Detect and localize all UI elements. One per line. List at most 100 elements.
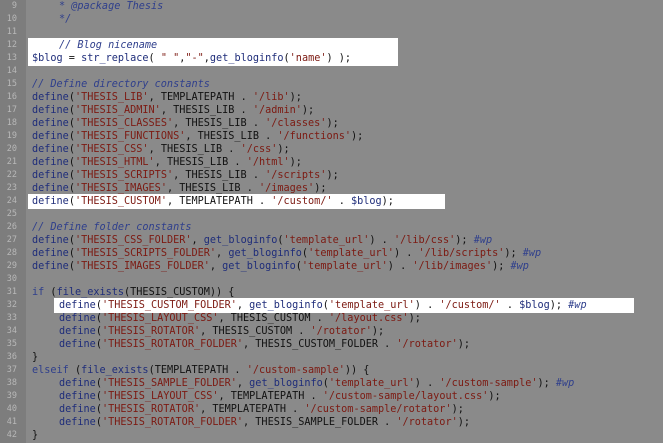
code-line[interactable]: 21 define('THESIS_HTML', THESIS_LIB . '/h…: [0, 156, 663, 169]
code-line[interactable]: 16 define('THESIS_LIB', TEMPLATEPATH . '/…: [0, 91, 663, 104]
code-token: ,: [191, 235, 204, 246]
code-line[interactable]: 24 define('THESIS_CUSTOM', TEMPLATEPATH .…: [0, 195, 663, 208]
code-line[interactable]: 18 define('THESIS_CLASSES', THESIS_LIB . …: [0, 117, 663, 130]
code-token: 'THESIS_CUSTOM_FOLDER': [101, 300, 237, 311]
code-line[interactable]: 20 define('THESIS_CSS', THESIS_LIB . '/cs…: [0, 143, 663, 156]
code-line[interactable]: 15 // Define directory constants: [0, 78, 663, 91]
code-token: '/images': [258, 183, 315, 194]
line-code: define('THESIS_CUSTOM', TEMPLATEPATH . '…: [32, 195, 394, 208]
code-token: (: [44, 287, 57, 298]
code-token: $blog: [519, 300, 550, 311]
code-line[interactable]: 39 define('THESIS_LAYOUT_CSS', TEMPLATEPA…: [0, 390, 663, 403]
line-code: define('THESIS_ADMIN', THESIS_LIB . '/ad…: [32, 104, 314, 117]
code-line[interactable]: 30: [0, 273, 663, 286]
line-number: 11: [6, 27, 17, 37]
code-line[interactable]: 38 define('THESIS_SAMPLE_FOLDER', get_blo…: [0, 377, 663, 390]
code-token: define: [59, 378, 96, 389]
line-number: 42: [6, 430, 17, 440]
code-token: define: [32, 248, 69, 259]
code-token: 'THESIS_LIB': [74, 92, 149, 103]
line-code: // Define directory constants: [32, 78, 210, 91]
code-line[interactable]: 40 define('THESIS_ROTATOR', TEMPLATEPATH …: [0, 403, 663, 416]
code-token: 'THESIS_CSS_FOLDER': [74, 235, 192, 246]
code-token: '/custom/': [271, 196, 333, 207]
code-token: );: [451, 404, 464, 415]
code-token: ) );: [326, 53, 352, 64]
line-number: 27: [6, 235, 17, 245]
code-line[interactable]: 36}: [0, 351, 663, 364]
line-number: 20: [6, 144, 17, 154]
code-line[interactable]: 14: [0, 65, 663, 78]
code-token: ) .: [369, 235, 394, 246]
code-line[interactable]: 23 define('THESIS_IMAGES', THESIS_LIB . '…: [0, 182, 663, 195]
code-token: 'THESIS_SAMPLE_FOLDER': [101, 378, 237, 389]
line-number: 13: [6, 53, 17, 63]
code-line[interactable]: 27 define('THESIS_CSS_FOLDER', get_blogin…: [0, 234, 663, 247]
code-token: define: [32, 183, 69, 194]
code-token: #wp: [555, 378, 575, 389]
code-line[interactable]: 35 define('THESIS_ROTATOR_FOLDER', THESIS…: [0, 338, 663, 351]
code-token: */: [59, 14, 72, 25]
code-line[interactable]: 26 // Define folder constants: [0, 221, 663, 234]
code-line[interactable]: 19 define('THESIS_FUNCTIONS', THESIS_LIB …: [0, 130, 663, 143]
line-code: define('THESIS_LIB', TEMPLATEPATH . '/li…: [32, 91, 302, 104]
code-token: (TEMPLATEPATH .: [148, 365, 247, 376]
code-token: get_bloginfo: [222, 261, 296, 272]
code-line[interactable]: 31 if (file_exists(THESIS_CUSTOM)) {: [0, 286, 663, 299]
code-token: '/html': [246, 157, 290, 168]
line-number: 17: [6, 105, 17, 115]
code-token: define: [32, 196, 69, 207]
code-token: '/custom-sample': [439, 378, 538, 389]
code-token: ) .: [393, 248, 419, 259]
line-code: * @package Thesis: [59, 0, 163, 13]
line-number: 21: [6, 157, 17, 167]
code-token: '/lib/css': [393, 235, 456, 246]
code-token: 'THESIS_ADMIN': [74, 105, 161, 116]
line-number: 31: [6, 287, 17, 297]
code-line[interactable]: 10 */: [0, 13, 663, 26]
code-token: define: [32, 235, 69, 246]
code-token: , THESIS_LIB .: [160, 105, 253, 116]
line-code: define('THESIS_CSS', THESIS_LIB . '/css'…: [32, 143, 290, 156]
code-line[interactable]: 13 $blog = str_replace( " ","-",get_blogi…: [0, 52, 663, 65]
code-token: , THESIS_CUSTOM .: [218, 313, 329, 324]
code-line[interactable]: 17 define('THESIS_ADMIN', THESIS_LIB . '/…: [0, 104, 663, 117]
code-token: $blog: [32, 53, 63, 64]
code-editor[interactable]: 9 * @package Thesis 10 */ 11 12 // Blog nicena…: [0, 0, 663, 443]
line-code: */: [59, 13, 71, 26]
code-token: =: [62, 53, 82, 64]
code-line[interactable]: 12 // Blog nicename: [0, 39, 663, 52]
code-token: )) {: [344, 365, 370, 376]
code-token: , THESIS_LIB .: [173, 118, 266, 129]
code-line[interactable]: 28 define('THESIS_SCRIPTS_FOLDER', get_bl…: [0, 247, 663, 260]
code-token: '/scripts': [265, 170, 327, 181]
code-line[interactable]: 32 define('THESIS_CUSTOM_FOLDER', get_blo…: [0, 299, 663, 312]
code-token: 'THESIS_SCRIPTS': [74, 170, 174, 181]
code-token: );: [504, 248, 523, 259]
code-token: ,: [236, 378, 250, 389]
line-number: 36: [6, 352, 17, 362]
line-code: if (file_exists(THESIS_CUSTOM)) {: [32, 286, 234, 299]
line-number: 35: [6, 339, 17, 349]
code-line[interactable]: 11: [0, 26, 663, 39]
code-line[interactable]: 37 elseif (file_exists(TEMPLATEPATH . '/c…: [0, 364, 663, 377]
code-line[interactable]: 33 define('THESIS_LAYOUT_CSS', THESIS_CUS…: [0, 312, 663, 325]
code-line[interactable]: 29 define('THESIS_IMAGES_FOLDER', get_blo…: [0, 260, 663, 273]
code-line[interactable]: 25: [0, 208, 663, 221]
code-line[interactable]: 9 * @package Thesis: [0, 0, 663, 13]
code-token: );: [457, 417, 470, 428]
code-line[interactable]: 41 define('THESIS_ROTATOR_FOLDER', THESIS…: [0, 416, 663, 429]
code-token: );: [381, 196, 394, 207]
line-number: 23: [6, 183, 17, 193]
line-number: 12: [6, 40, 17, 50]
line-code: // Define folder constants: [32, 221, 191, 234]
code-line[interactable]: 42}: [0, 429, 663, 442]
code-token: elseif: [32, 365, 69, 376]
code-line[interactable]: 34 define('THESIS_ROTATOR', THESIS_CUSTOM…: [0, 325, 663, 338]
line-code: define('THESIS_SAMPLE_FOLDER', get_blogi…: [59, 377, 574, 390]
code-token: 'THESIS_ROTATOR_FOLDER': [101, 339, 244, 350]
code-token: '/lib/images': [412, 261, 493, 272]
code-line[interactable]: 22 define('THESIS_SCRIPTS', THESIS_LIB . …: [0, 169, 663, 182]
code-token: // Define folder constants: [32, 222, 192, 233]
code-token: '/rotator': [396, 339, 458, 350]
